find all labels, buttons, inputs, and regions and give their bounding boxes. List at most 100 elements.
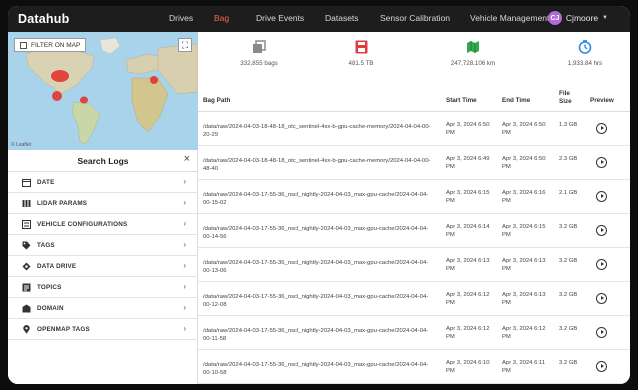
end-time-cell: Apr 3, 2024 6:16 PM bbox=[502, 190, 546, 204]
col-file-size[interactable]: File Size bbox=[559, 90, 579, 106]
end-time-cell: Apr 3, 2024 6:12 PM bbox=[502, 326, 546, 340]
chevron-right-icon: › bbox=[183, 198, 186, 207]
map-cluster-marker[interactable] bbox=[150, 76, 158, 84]
facet-date[interactable]: DATE › bbox=[8, 172, 198, 193]
topics-icon bbox=[21, 282, 31, 292]
bag-path-cell[interactable]: /data/raw/2024-04-03-17-55-36_nscl_night… bbox=[203, 259, 435, 275]
col-preview: Preview bbox=[590, 97, 614, 104]
facet-label: DATE bbox=[37, 178, 55, 186]
end-time-cell: Apr 3, 2024 6:50 PM bbox=[502, 156, 546, 170]
facet-label: LIDAR PARAMS bbox=[37, 199, 88, 207]
location-pin-icon bbox=[21, 324, 31, 334]
nav-bag[interactable]: Bag bbox=[214, 13, 229, 23]
tag-icon bbox=[21, 240, 31, 250]
table-row[interactable]: /data/raw/2024-04-03-17-55-36_nscl_night… bbox=[198, 214, 630, 248]
close-icon[interactable]: × bbox=[184, 153, 190, 165]
bag-path-cell[interactable]: /data/raw/2024-04-03-17-55-36_nscl_night… bbox=[203, 361, 435, 377]
facet-vehicle-configurations[interactable]: VEHICLE CONFIGURATIONS › bbox=[8, 214, 198, 235]
stat-distance: 247,728.106 km bbox=[428, 40, 518, 67]
facet-label: DOMAIN bbox=[37, 304, 64, 312]
facet-label: DATA DRIVE bbox=[37, 262, 77, 270]
bag-path-cell[interactable]: /data/raw/2024-04-03-17-55-36_nscl_night… bbox=[203, 327, 435, 343]
nav-drives[interactable]: Drives bbox=[169, 13, 193, 23]
preview-play-icon[interactable] bbox=[596, 293, 607, 304]
chevron-right-icon: › bbox=[183, 282, 186, 291]
preview-play-icon[interactable] bbox=[596, 225, 607, 236]
filter-on-map-label: FILTER ON MAP bbox=[31, 41, 81, 49]
bag-path-cell[interactable]: /data/raw/2024-04-03-17-55-36_nscl_night… bbox=[203, 293, 435, 309]
domain-icon bbox=[21, 303, 31, 313]
preview-play-icon[interactable] bbox=[596, 157, 607, 168]
chevron-right-icon: › bbox=[183, 261, 186, 270]
nav-vehicle-management[interactable]: Vehicle Management bbox=[470, 13, 549, 23]
fullscreen-icon: ⛶ bbox=[181, 39, 189, 50]
map-cluster-marker[interactable] bbox=[80, 96, 88, 104]
bag-path-cell[interactable]: /data/raw/2024-04-03-18-48-18_otc_sentin… bbox=[203, 157, 435, 173]
table-row[interactable]: /data/raw/2024-04-03-17-55-36_nscl_night… bbox=[198, 350, 630, 384]
filter-on-map-checkbox[interactable]: FILTER ON MAP bbox=[14, 38, 87, 52]
start-time-cell: Apr 3, 2024 6:49 PM bbox=[446, 156, 490, 170]
end-time-cell: Apr 3, 2024 6:15 PM bbox=[502, 224, 546, 238]
search-logs-header: Search Logs × bbox=[8, 150, 198, 172]
lidar-icon bbox=[21, 198, 31, 208]
file-size-cell: 2.1 GB bbox=[559, 190, 578, 196]
bag-path-cell[interactable]: /data/raw/2024-04-03-17-55-36_nscl_night… bbox=[203, 225, 435, 241]
start-time-cell: Apr 3, 2024 6:12 PM bbox=[446, 292, 490, 306]
brand-logo[interactable]: Datahub bbox=[18, 12, 168, 26]
landmass-greenland bbox=[99, 37, 121, 55]
facet-lidar-params[interactable]: LIDAR PARAMS › bbox=[8, 193, 198, 214]
facet-data-drive[interactable]: DATA DRIVE › bbox=[8, 256, 198, 277]
calendar-icon bbox=[21, 177, 31, 187]
expand-map-button[interactable]: ⛶ bbox=[178, 38, 192, 52]
bag-path-cell[interactable]: /data/raw/2024-04-03-17-55-36_nscl_night… bbox=[203, 191, 435, 207]
nav-sensor-calibration[interactable]: Sensor Calibration bbox=[380, 13, 450, 23]
col-end-time[interactable]: End Time bbox=[502, 97, 530, 104]
world-map[interactable]: FILTER ON MAP ⛶ © Leaflet bbox=[8, 32, 198, 150]
preview-play-icon[interactable] bbox=[596, 191, 607, 202]
clock-icon bbox=[540, 40, 630, 54]
file-size-cell: 3.2 GB bbox=[559, 292, 578, 298]
col-bag-path[interactable]: Bag Path bbox=[203, 97, 230, 104]
table-row[interactable]: /data/raw/2024-04-03-18-48-18_otc_sentin… bbox=[198, 146, 630, 180]
file-size-cell: 3.2 GB bbox=[559, 326, 578, 332]
app-window: Datahub Drives Bag Drive Events Datasets… bbox=[8, 6, 630, 384]
facet-topics[interactable]: TOPICS › bbox=[8, 277, 198, 298]
preview-play-icon[interactable] bbox=[596, 361, 607, 372]
end-time-cell: Apr 3, 2024 6:11 PM bbox=[502, 360, 546, 374]
preview-play-icon[interactable] bbox=[596, 327, 607, 338]
table-row[interactable]: /data/raw/2024-04-03-17-55-36_nscl_night… bbox=[198, 316, 630, 350]
stat-distance-value: 247,728.106 km bbox=[450, 60, 496, 67]
table-row[interactable]: /data/raw/2024-04-03-17-55-36_nscl_night… bbox=[198, 282, 630, 316]
col-start-time[interactable]: Start Time bbox=[446, 97, 477, 104]
chevron-down-icon: ▼ bbox=[602, 15, 608, 21]
start-time-cell: Apr 3, 2024 6:13 PM bbox=[446, 258, 490, 272]
file-size-cell: 2.3 GB bbox=[559, 156, 578, 162]
facet-tags[interactable]: TAGS › bbox=[8, 235, 198, 256]
facet-domain[interactable]: DOMAIN › bbox=[8, 298, 198, 319]
table-row[interactable]: /data/raw/2024-04-03-17-55-36_nscl_night… bbox=[198, 248, 630, 282]
table-row[interactable]: /data/raw/2024-04-03-17-55-36_nscl_night… bbox=[198, 180, 630, 214]
map-attribution: © Leaflet bbox=[11, 142, 32, 148]
stat-duration-value: 1,933.84 hrs bbox=[567, 60, 603, 67]
map-cluster-marker[interactable] bbox=[51, 70, 69, 82]
preview-play-icon[interactable] bbox=[596, 259, 607, 270]
preview-play-icon[interactable] bbox=[596, 123, 607, 134]
stat-storage: 481.5 TB bbox=[316, 40, 406, 67]
avatar: CJ bbox=[547, 11, 562, 25]
nav-datasets[interactable]: Datasets bbox=[325, 13, 359, 23]
facet-label: TAGS bbox=[37, 241, 55, 249]
start-time-cell: Apr 3, 2024 6:12 PM bbox=[446, 326, 490, 340]
top-navbar: Datahub Drives Bag Drive Events Datasets… bbox=[8, 6, 630, 32]
stat-bags-value: 332,855 bags bbox=[240, 60, 278, 67]
table-row[interactable]: /data/raw/2024-04-03-18-48-18_otc_sentin… bbox=[198, 112, 630, 146]
end-time-cell: Apr 3, 2024 6:13 PM bbox=[502, 292, 546, 306]
map-cluster-marker[interactable] bbox=[52, 91, 62, 101]
file-size-cell: 3.2 GB bbox=[559, 360, 578, 366]
bag-path-cell[interactable]: /data/raw/2024-04-03-18-48-18_otc_sentin… bbox=[203, 123, 435, 139]
user-menu[interactable]: CJ Cjmoore ▼ bbox=[547, 11, 608, 25]
facet-openmap-tags[interactable]: OPENMAP TAGS › bbox=[8, 319, 198, 340]
landmass-africa bbox=[131, 77, 169, 133]
map-distance-icon bbox=[428, 40, 518, 54]
storage-icon bbox=[316, 40, 406, 54]
nav-drive-events[interactable]: Drive Events bbox=[256, 13, 304, 23]
